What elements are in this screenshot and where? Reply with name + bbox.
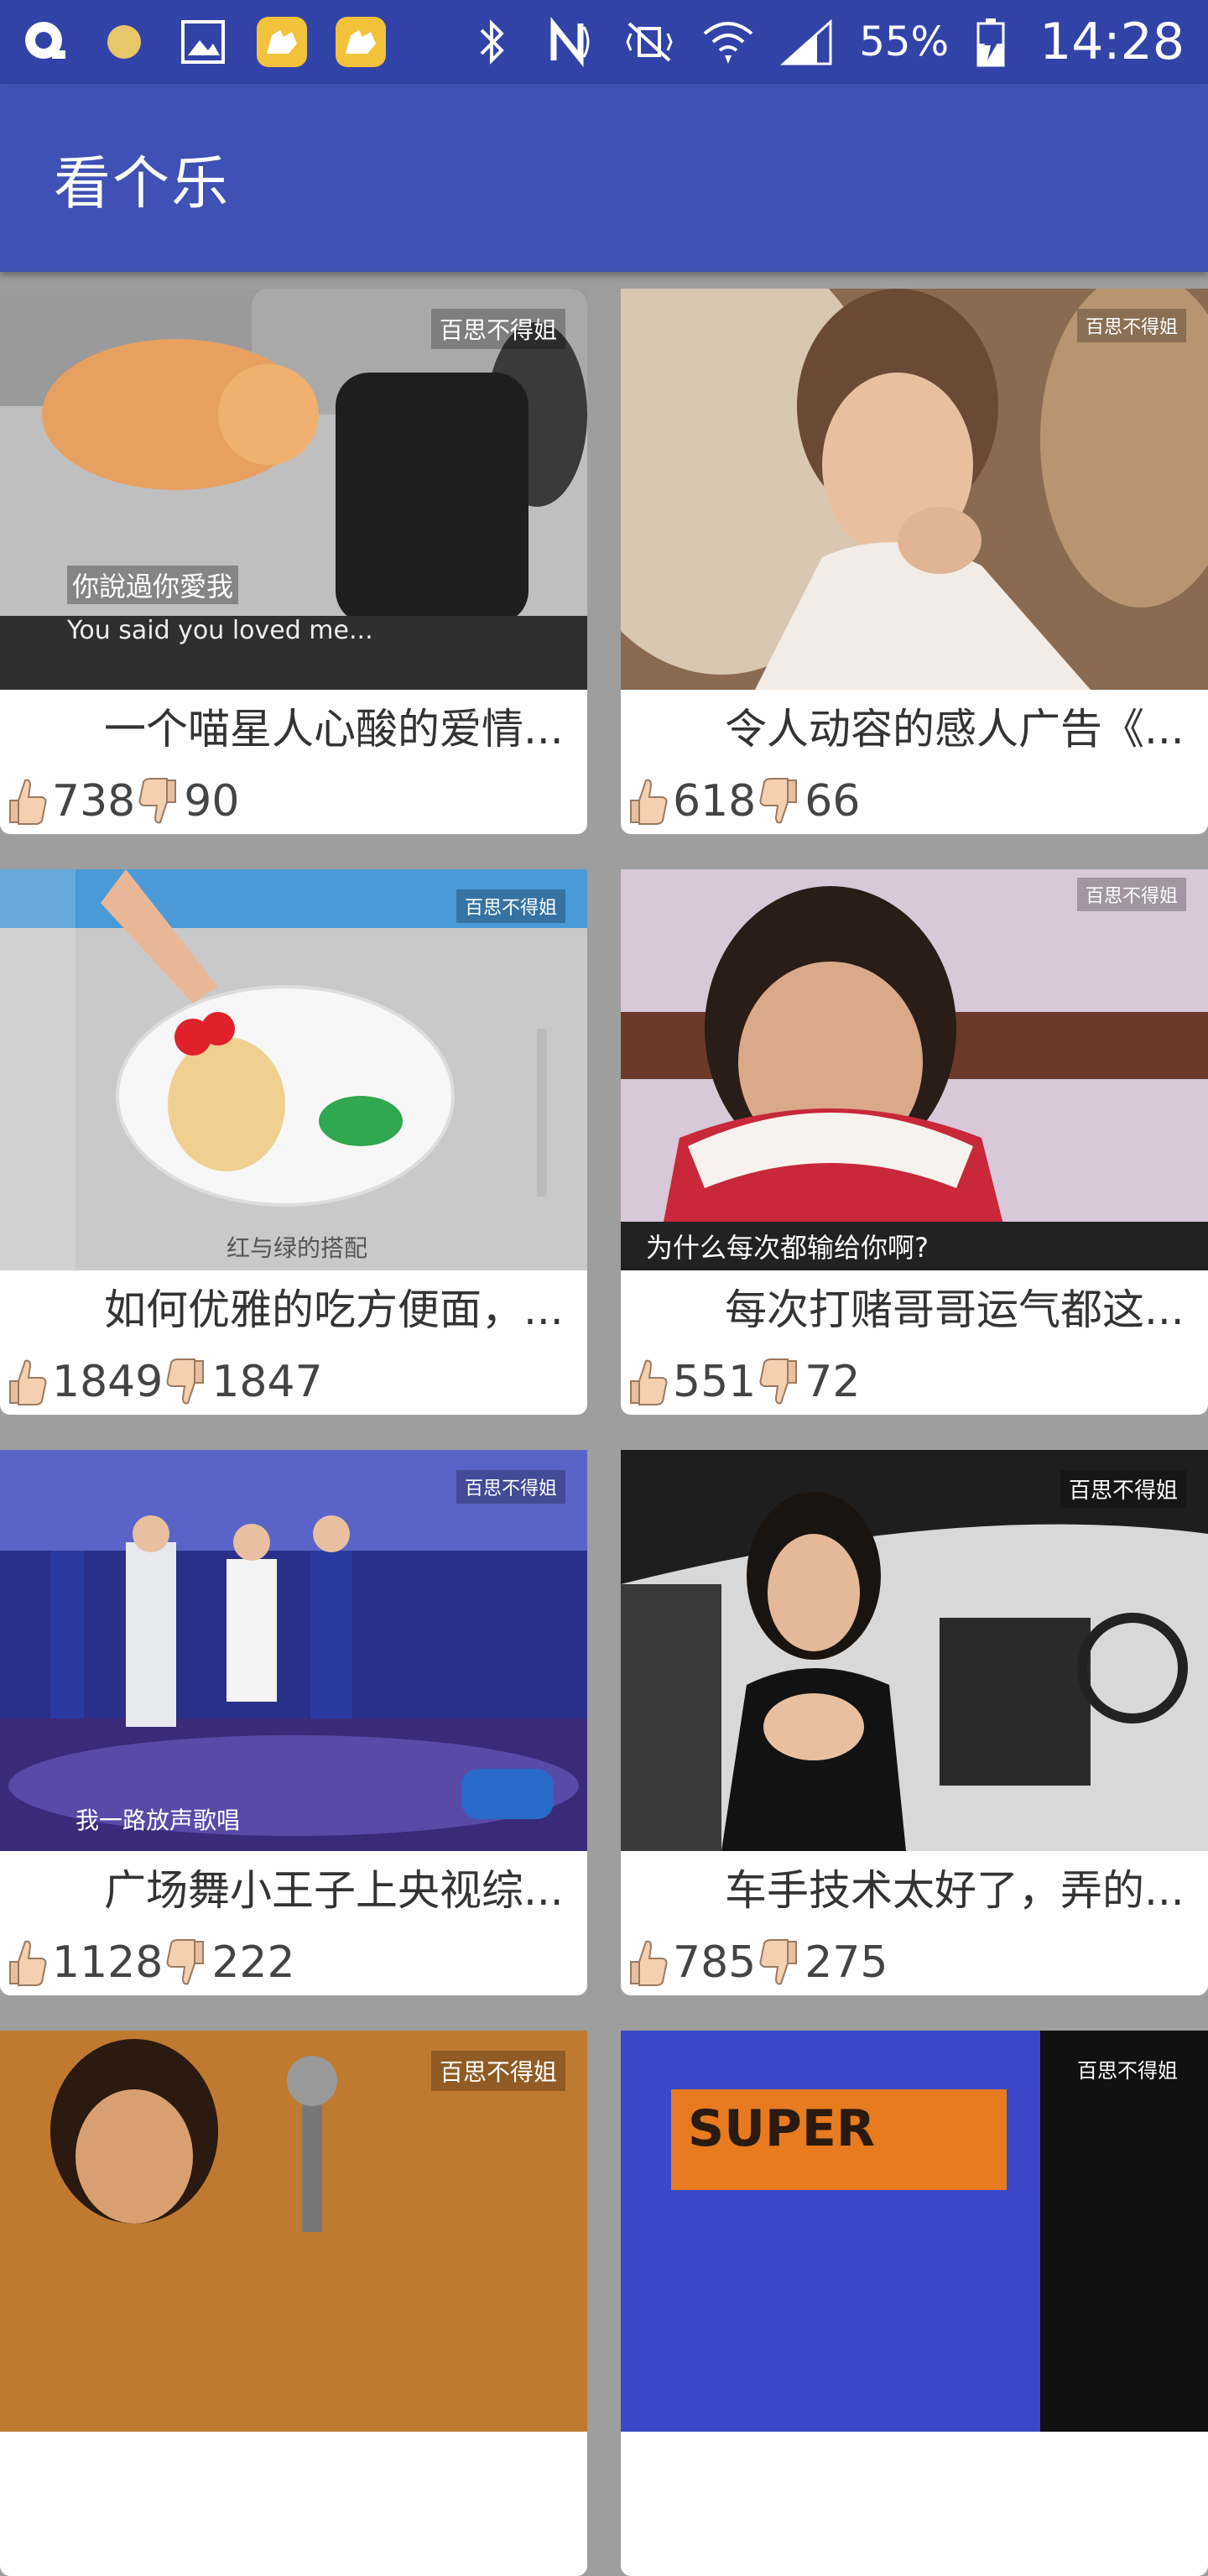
dislike-count: 222	[211, 1937, 295, 1988]
video-thumbnail[interactable]: 百思不得姐 红与绿的搭配	[0, 869, 587, 1270]
clock: 14:28	[1039, 13, 1185, 71]
like-count: 1849	[52, 1357, 164, 1407]
thumbs-up-icon[interactable]	[626, 1937, 669, 1989]
video-title[interactable]: 如何优雅的吃方便面，...	[0, 1270, 587, 1349]
watermark: 百思不得姐	[1076, 309, 1186, 342]
video-card[interactable]: 百思不得姐 红与绿的搭配 如何优雅的吃方便面，... 1849 1847	[0, 869, 587, 1415]
vote-row: 738 90	[5, 769, 241, 834]
like-count: 1128	[52, 1937, 164, 1988]
video-card[interactable]: 百思不得姐 你說過你愛我 You said you loved me... 一个…	[0, 289, 587, 834]
vote-row: 1849 1847	[5, 1349, 325, 1415]
video-title[interactable]: 每次打赌哥哥运气都这...	[621, 1270, 1208, 1349]
battery-percent: 55%	[859, 18, 950, 65]
watermark: 百思不得姐	[1076, 878, 1186, 911]
video-caption: You said you loved me...	[67, 616, 373, 645]
video-title[interactable]: 车手技术太好了，弄的...	[621, 1851, 1208, 1930]
thumbs-down-icon[interactable]	[164, 1356, 208, 1408]
watermark: 百思不得姐	[1077, 2059, 1178, 2083]
video-thumbnail[interactable]: 百思不得姐	[621, 1450, 1208, 1851]
dislike-count: 72	[804, 1357, 861, 1407]
thumbs-up-icon[interactable]	[5, 1937, 49, 1989]
thumbs-down-icon[interactable]	[164, 1937, 208, 1989]
like-count: 618	[673, 776, 757, 827]
watermark: 百思不得姐	[430, 2051, 565, 2091]
video-thumbnail[interactable]: 百思不得姐 你說過你愛我 You said you loved me...	[0, 289, 587, 690]
like-count: 738	[52, 776, 136, 827]
thumbs-up-icon[interactable]	[626, 1356, 669, 1408]
video-thumbnail[interactable]: 百思不得姐	[621, 289, 1208, 690]
watermark: 百思不得姐	[1060, 1470, 1186, 1508]
video-caption: 你說過你愛我	[67, 566, 239, 604]
video-card[interactable]: 百思不得姐 为什么每次都输给你啊? 每次打赌哥哥运气都这... 551 72	[621, 869, 1208, 1415]
thumbs-down-icon[interactable]	[758, 1356, 801, 1408]
video-title[interactable]: 一个喵星人心酸的爱情...	[0, 690, 587, 769]
game-title-text: SUPER	[688, 2099, 876, 2158]
video-card[interactable]: 百思不得姐 SUPER	[621, 2031, 1208, 2576]
battery-charging-icon	[974, 15, 1008, 69]
like-count: 551	[673, 1357, 757, 1407]
thumbs-down-icon[interactable]	[758, 1937, 801, 1989]
app-bar: 看个乐	[0, 84, 1208, 272]
video-caption: 我一路放声歌唱	[76, 1807, 241, 1834]
video-title[interactable]: 广场舞小王子上央视综...	[0, 1851, 587, 1930]
video-caption: 红与绿的搭配	[226, 1234, 368, 1262]
camel-app-icon	[334, 15, 388, 69]
video-title[interactable]: 令人动容的感人广告《...	[621, 690, 1208, 769]
dislike-count: 1847	[211, 1357, 323, 1407]
video-thumbnail[interactable]: 百思不得姐 为什么每次都输给你啊?	[621, 869, 1208, 1270]
vote-row: 618 66	[626, 769, 862, 834]
nfc-icon	[544, 15, 597, 69]
dislike-count: 90	[184, 776, 240, 827]
thumbs-up-icon[interactable]	[5, 775, 49, 827]
wifi-icon	[701, 15, 755, 69]
camel-app-icon	[255, 15, 309, 69]
video-card[interactable]: 百思不得姐 我一路放声歌唱 广场舞小王子上央视综... 1128 222	[0, 1450, 587, 1995]
dot-icon	[97, 15, 151, 69]
watermark: 百思不得姐	[430, 309, 565, 349]
status-bar: 55% 14:28	[0, 0, 1208, 84]
dislike-count: 275	[804, 1937, 888, 1988]
bluetooth-icon	[465, 15, 518, 69]
watermark: 百思不得姐	[456, 1470, 565, 1504]
signal-icon	[780, 15, 834, 69]
watermark: 百思不得姐	[456, 889, 565, 923]
video-thumbnail[interactable]: 百思不得姐 SUPER	[621, 2031, 1208, 2432]
thumbs-up-icon[interactable]	[626, 775, 669, 827]
like-count: 785	[673, 1937, 757, 1988]
thumbs-down-icon[interactable]	[758, 775, 801, 827]
search-app-icon	[18, 15, 72, 69]
vote-row: 1128 222	[5, 1930, 297, 1995]
app-title: 看个乐	[54, 150, 231, 217]
dislike-count: 66	[804, 776, 861, 827]
video-caption: 为什么每次都输给你啊?	[646, 1232, 929, 1264]
vote-row: 785 275	[626, 1930, 890, 1995]
thumbs-down-icon[interactable]	[137, 775, 180, 827]
vote-row: 551 72	[626, 1349, 862, 1415]
image-icon	[176, 15, 230, 69]
video-card[interactable]: 百思不得姐 车手技术太好了，弄的... 785 275	[621, 1450, 1208, 1995]
video-card[interactable]: 百思不得姐	[0, 2031, 587, 2576]
video-thumbnail[interactable]: 百思不得姐	[0, 2031, 587, 2432]
thumbs-up-icon[interactable]	[5, 1356, 49, 1408]
video-card[interactable]: 百思不得姐 令人动容的感人广告《... 618 66	[621, 289, 1208, 834]
video-thumbnail[interactable]: 百思不得姐 我一路放声歌唱	[0, 1450, 587, 1851]
vibrate-mute-icon	[622, 15, 676, 69]
